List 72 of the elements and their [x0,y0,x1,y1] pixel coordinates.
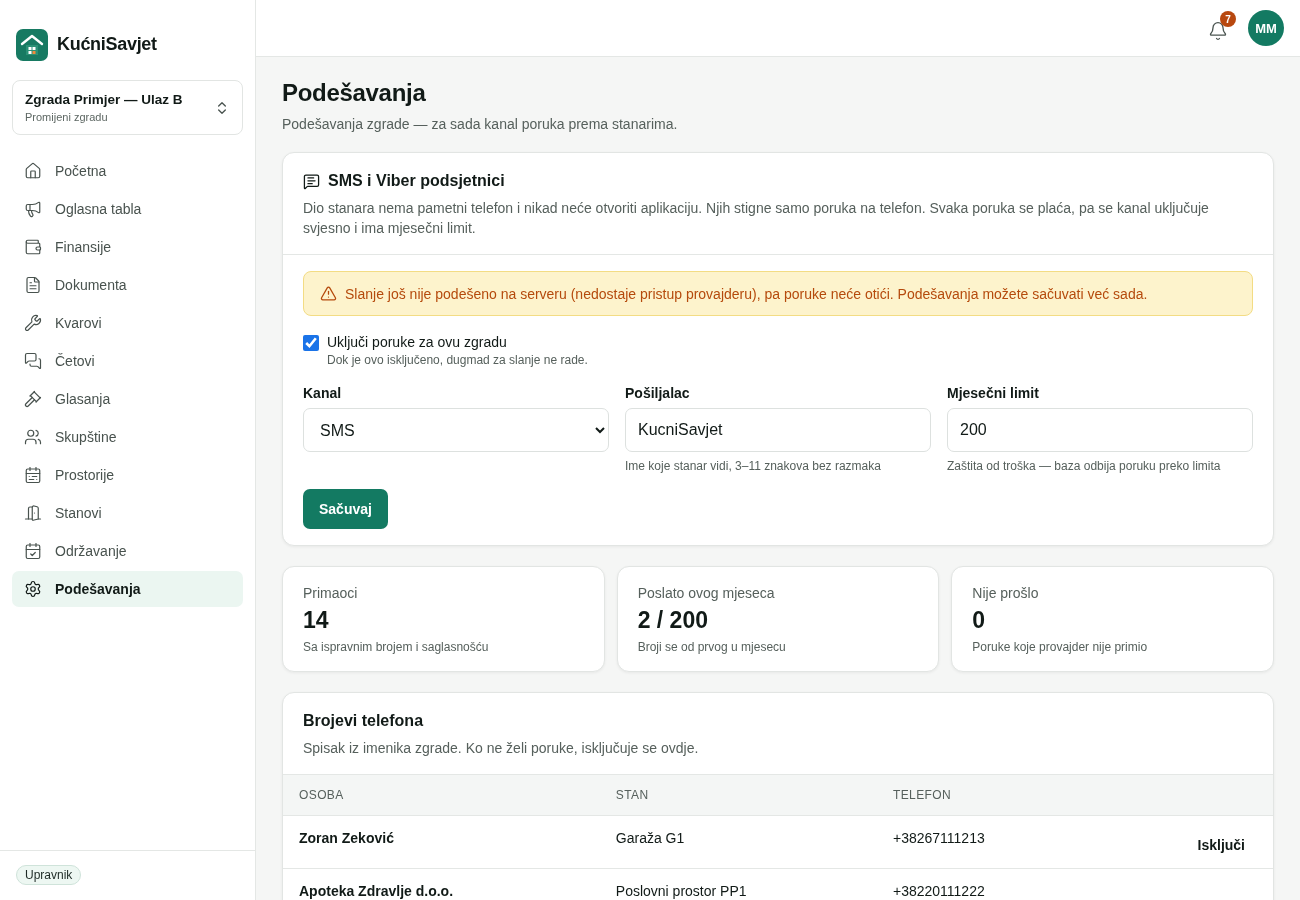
nav-item[interactable]: Oglasna tabla [12,191,243,227]
field-label: Kanal [303,385,343,401]
checkbox-label: Uključi poruke za ovu zgradu [327,334,508,350]
stat-label: Primaoci [303,585,359,601]
nav-item[interactable]: Glasanja [12,381,243,417]
nav-item[interactable]: Podešavanja [12,571,243,607]
gavel-icon [24,390,42,408]
stat-value: 0 [972,607,987,634]
card-description: Spisak iz imenika zgrade. Ko ne želi poruke, isključuje se ovdje. [303,739,700,758]
stat-label: Poslato ovog mjeseca [637,585,776,601]
stat-value: 2 / 200 [637,607,709,634]
notifications-button[interactable]: 7 [1204,11,1236,45]
stat-value: 14 [303,607,330,634]
bell-icon [1208,21,1228,41]
logo-icon [16,28,48,61]
table-cell: Apoteka Zdravlje d.o.o. [283,868,600,900]
card-title: Brojevi telefona [303,712,424,730]
table-cell: +38220111222 [877,868,1105,900]
card-title: SMS i Viber podsjetnici [328,172,505,190]
field-hint: Ime koje stanar vidi, 3–11 znakova bez razmaka [625,459,882,473]
warning-text: Slanje još nije podešeno na serveru (nedostaje pristup provajderu), pa poruke neće otići. Podešavanja možete sačuvati već sada. [345,285,1148,302]
table-cell: Zoran Zeković [283,815,600,869]
message-icon [303,172,320,190]
stat-label: Nije prošlo [972,585,1040,601]
nav-item[interactable]: Održavanje [12,533,243,569]
input-field[interactable]: 200 [947,408,1253,452]
nav-item[interactable]: Dokumenta [12,267,243,303]
warning-icon [320,285,337,302]
calendar-check-icon [24,542,42,560]
column-header: TELEFON [877,774,1105,816]
channel-select[interactable]: SMS [303,408,609,452]
nav-item[interactable]: Kvarovi [12,305,243,341]
stat-hint: Sa ispravnim brojem i saglasnošću [303,640,490,654]
field-label: Pošiljalac [625,385,691,401]
nav-item[interactable]: Prostorije [12,457,243,493]
document-icon [24,276,42,294]
column-header: OSOBA [283,774,600,816]
house-icon [24,162,42,180]
page-title: Podešavanja [282,79,427,107]
field-hint: Zaštita od troška — baza odbija poruku preko limita [947,459,1222,473]
user-avatar[interactable]: MM [1248,10,1284,46]
stat-hint: Broji se od prvog u mjesecu [637,640,787,654]
opt-out-button[interactable]: Isključi [1197,837,1245,853]
save-button[interactable]: Sačuvaj [303,489,388,529]
megaphone-icon [24,200,42,218]
nav-item[interactable]: Finansije [12,229,243,265]
nav-item[interactable]: Početna [12,153,243,189]
door-icon [24,504,42,522]
stat-hint: Poruke koje provajder nije primio [972,640,1149,654]
calendar-icon [24,466,42,484]
column-header: STAN [599,774,877,816]
role-badge: Upravnik [16,865,82,885]
nav-item[interactable]: Skupštine [12,419,243,455]
building-picker[interactable]: Zgrada Primjer — Ulaz B Promijeni zgradu [12,80,243,135]
page-subtitle: Podešavanja zgrade — za sada kanal poruka prema stanarima. [282,116,679,132]
card-description: Dio stanara nema pametni telefon i nikad neće otvoriti aplikaciju. Njih stigne samo poruka na telefon. Svaka poruka se plaća, pa se kanal uključuje svjesno i ima mjesečni limit. [303,199,1210,238]
wrench-icon [24,314,42,332]
notification-count: 7 [1220,11,1236,27]
table-cell: Garaža G1 [599,815,877,869]
nav-item[interactable]: Stanovi [12,495,243,531]
enable-checkbox[interactable] [303,335,319,351]
brand-name: KućniSavjet [57,34,157,55]
settings-icon [24,580,42,598]
input-field[interactable]: KucniSavjet [625,408,931,452]
people-icon [24,428,42,446]
nav-item[interactable]: Četovi [12,343,243,379]
table-cell: Poslovni prostor PP1 [599,868,877,900]
chat-bubbles-icon [24,352,42,370]
field-label: Mjesečni limit [947,385,1040,401]
wallet-icon [24,238,42,256]
checkbox-hint: Dok je ovo isključeno, dugmad za slanje ne rade. [327,353,588,367]
table-cell: +38267111213 [877,815,1105,869]
